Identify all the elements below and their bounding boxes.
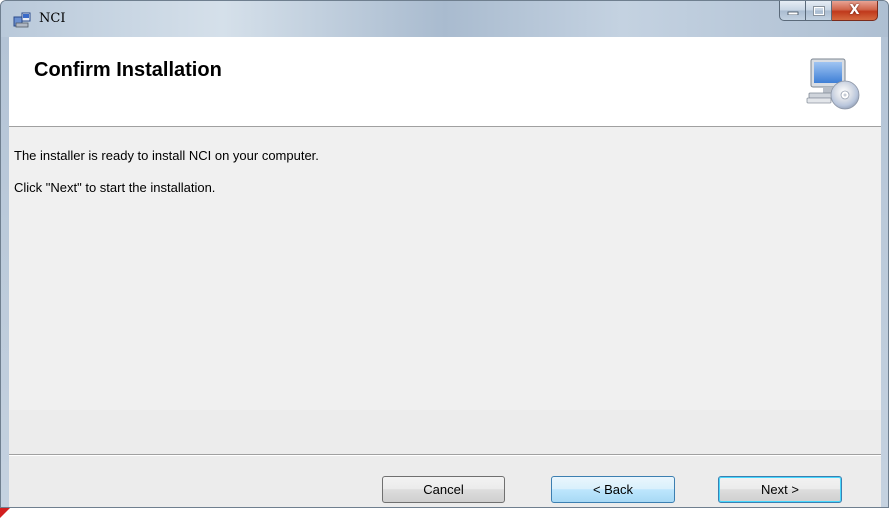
close-icon: X: [849, 3, 860, 18]
ready-message: The installer is ready to install NCI on…: [14, 148, 319, 163]
corner-mark: [0, 508, 10, 518]
minimize-button[interactable]: [779, 1, 806, 21]
installer-window: NCI X Confirm Installation The installer…: [0, 0, 889, 508]
maximize-icon: [812, 5, 825, 16]
title-bar[interactable]: NCI X: [1, 1, 888, 37]
maximize-button[interactable]: [806, 1, 832, 21]
cancel-button[interactable]: Cancel: [382, 476, 505, 503]
close-button[interactable]: X: [832, 1, 878, 21]
back-button[interactable]: < Back: [551, 476, 675, 503]
below-window-area: [0, 508, 891, 524]
instruction-message: Click "Next" to start the installation.: [14, 180, 216, 195]
window-title: NCI: [39, 11, 66, 26]
caption-buttons: X: [779, 1, 878, 23]
installer-icon: [13, 11, 31, 29]
next-button[interactable]: Next >: [718, 476, 842, 503]
footer-separator: [9, 454, 881, 456]
page-title: Confirm Installation: [34, 59, 222, 81]
dialog-footer: Cancel < Back Next >: [9, 410, 881, 507]
computer-cd-icon: [805, 55, 861, 111]
dialog-header: Confirm Installation: [9, 37, 881, 127]
minimize-icon: [787, 11, 798, 15]
dialog-body: The installer is ready to install NCI on…: [9, 127, 881, 410]
